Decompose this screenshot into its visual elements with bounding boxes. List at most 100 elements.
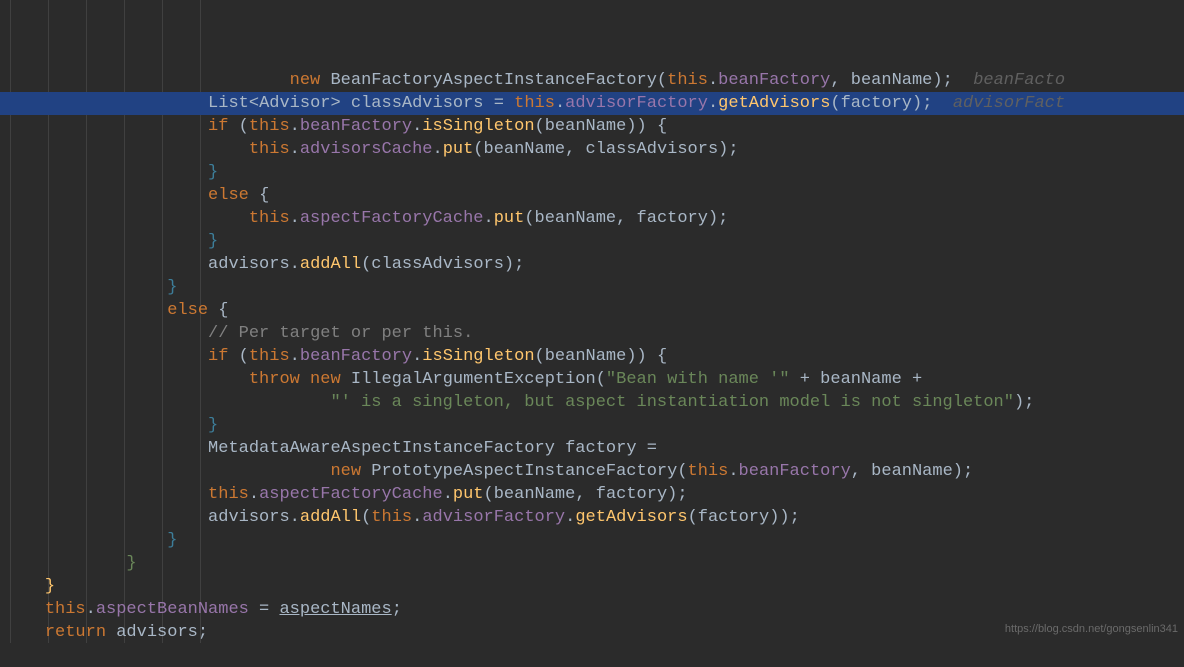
code-token: } — [126, 554, 136, 573]
code-token: . — [432, 140, 442, 159]
code-line[interactable]: } — [0, 529, 1184, 552]
code-token: . — [290, 140, 300, 159]
code-token: beanName — [851, 71, 933, 90]
code-line[interactable]: if (this.beanFactory.isSingleton(beanNam… — [0, 115, 1184, 138]
code-token: beanName — [820, 370, 902, 389]
code-token: } — [167, 531, 177, 550]
indent-space — [4, 209, 249, 228]
code-line[interactable]: if (this.beanFactory.isSingleton(beanNam… — [0, 345, 1184, 368]
code-token: advisorFact — [953, 94, 1065, 113]
code-token: ( — [688, 508, 698, 527]
code-token: ( — [535, 117, 545, 136]
code-token: aspectFactoryCache — [300, 209, 484, 228]
code-token: ( — [830, 94, 840, 113]
code-token: { — [218, 301, 228, 320]
code-token: beanName — [545, 117, 627, 136]
code-line[interactable]: else { — [0, 184, 1184, 207]
indent-space — [4, 117, 208, 136]
code-line[interactable]: // Per target or per this. — [0, 322, 1184, 345]
code-token: beanName — [535, 209, 617, 228]
code-token: isSingleton — [422, 347, 534, 366]
code-token: . — [728, 462, 738, 481]
code-line[interactable]: } — [0, 414, 1184, 437]
code-line[interactable]: else { — [0, 299, 1184, 322]
code-line[interactable]: } — [0, 161, 1184, 184]
code-token: beanName — [545, 347, 627, 366]
code-token: advisorFactory — [422, 508, 565, 527]
code-token: beanFactory — [300, 117, 412, 136]
code-token: factory = — [555, 439, 657, 458]
code-line[interactable]: throw new IllegalArgumentException("Bean… — [0, 368, 1184, 391]
code-token: return — [45, 623, 116, 642]
code-line[interactable]: List<Advisor> classAdvisors = this.advis… — [0, 92, 1184, 115]
code-token: . — [86, 600, 96, 619]
code-line[interactable]: new PrototypeAspectInstanceFactory(this.… — [0, 460, 1184, 483]
code-token: . — [484, 209, 494, 228]
code-line[interactable]: new BeanFactoryAspectInstanceFactory(thi… — [0, 69, 1184, 92]
code-line[interactable]: this.advisorsCache.put(beanName, classAd… — [0, 138, 1184, 161]
code-line[interactable]: MetadataAwareAspectInstanceFactory facto… — [0, 437, 1184, 460]
indent-space — [4, 255, 208, 274]
code-token: classAdvisors — [351, 94, 484, 113]
code-token: factory — [637, 209, 708, 228]
code-token: getAdvisors — [718, 94, 830, 113]
code-token: beanName — [494, 485, 576, 504]
code-line[interactable]: this.aspectFactoryCache.put(beanName, fa… — [0, 483, 1184, 506]
code-token: PrototypeAspectInstanceFactory — [371, 462, 677, 481]
code-token: List — [208, 94, 249, 113]
code-line[interactable]: } — [0, 575, 1184, 598]
code-token: . — [290, 508, 300, 527]
indent-space — [4, 232, 208, 251]
code-token: Advisor — [259, 94, 330, 113]
code-token: + — [902, 370, 922, 389]
code-token: new — [290, 71, 331, 90]
code-token: advisorsCache — [300, 140, 433, 159]
code-token: getAdvisors — [575, 508, 687, 527]
code-token: this — [371, 508, 412, 527]
indent-space — [4, 600, 45, 619]
code-token: < — [249, 94, 259, 113]
indent-space — [4, 324, 208, 343]
code-token: ); — [932, 71, 973, 90]
code-token: )) { — [626, 117, 667, 136]
code-token: ( — [524, 209, 534, 228]
code-token: // Per target or per this. — [208, 324, 473, 343]
code-token: ; — [198, 623, 208, 642]
code-token: , — [830, 71, 850, 90]
indent-space — [4, 462, 330, 481]
code-token: )) { — [626, 347, 667, 366]
code-token: this — [667, 71, 708, 90]
code-token: ( — [361, 255, 371, 274]
code-token: this — [514, 94, 555, 113]
code-token: . — [290, 209, 300, 228]
code-line[interactable]: advisors.addAll(this.advisorFactory.getA… — [0, 506, 1184, 529]
code-line[interactable]: } — [0, 276, 1184, 299]
code-token: . — [290, 117, 300, 136]
code-token: ( — [596, 370, 606, 389]
code-token: this — [249, 347, 290, 366]
code-token: BeanFactoryAspectInstanceFactory — [330, 71, 656, 90]
indent-space — [4, 531, 167, 550]
code-token: . — [708, 71, 718, 90]
code-token: advisorFactory — [565, 94, 708, 113]
code-token: . — [565, 508, 575, 527]
code-line[interactable]: } — [0, 230, 1184, 253]
indent-space — [4, 439, 208, 458]
code-token: . — [290, 255, 300, 274]
code-token: } — [45, 577, 55, 596]
code-editor[interactable]: new BeanFactoryAspectInstanceFactory(thi… — [0, 0, 1184, 643]
code-line[interactable]: } — [0, 552, 1184, 575]
code-line[interactable]: this.aspectFactoryCache.put(beanName, fa… — [0, 207, 1184, 230]
code-token: this — [208, 485, 249, 504]
code-token: ( — [239, 347, 249, 366]
code-token: . — [443, 485, 453, 504]
code-token: throw new — [249, 370, 351, 389]
code-line[interactable]: advisors.addAll(classAdvisors); — [0, 253, 1184, 276]
code-token: ); — [1014, 393, 1034, 412]
code-token: advisors — [208, 508, 290, 527]
code-token: "' is a singleton, but aspect instantiat… — [330, 393, 1014, 412]
code-line[interactable]: "' is a singleton, but aspect instantiat… — [0, 391, 1184, 414]
code-token: ); — [708, 209, 728, 228]
code-token: } — [208, 416, 218, 435]
code-token: . — [412, 347, 422, 366]
